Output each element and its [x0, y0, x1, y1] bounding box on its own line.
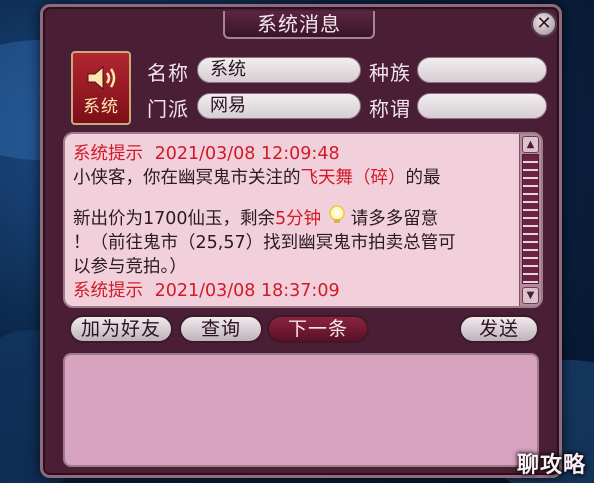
query-button[interactable]: 查询: [179, 315, 263, 343]
avatar: 系统: [71, 51, 131, 125]
message-text: 小侠客，你在幽冥鬼市关注的飞天舞（碎）的最: [73, 166, 518, 190]
add-friend-button[interactable]: 加为好友: [69, 315, 173, 343]
scroll-thumb[interactable]: [522, 154, 539, 284]
race-label: 种族: [369, 61, 411, 85]
message-time: 2021/03/08 12:09:48: [154, 144, 340, 164]
close-button[interactable]: ✕: [531, 11, 557, 37]
speaker-icon: [87, 65, 116, 91]
message-text: 新出价为1700仙玉，剩余5分钟 请多多留意: [73, 204, 518, 231]
message-panel: 系统提示 2021/03/08 12:09:48 小侠客，你在幽冥鬼市关注的飞天…: [63, 132, 543, 308]
watermark: 聊攻略: [516, 453, 586, 478]
title-label: 称谓: [369, 97, 411, 121]
scroll-track[interactable]: [522, 154, 539, 284]
message-sender: 系统提示: [73, 144, 143, 164]
scroll-up-button[interactable]: ▲: [522, 136, 539, 153]
message-text-part: 小侠客，你在幽冥鬼市关注的: [73, 168, 301, 188]
message-text: ！（前往鬼市（25,57）找到幽冥鬼市拍卖总管可: [73, 233, 456, 253]
scroll-down-button[interactable]: ▼: [522, 287, 539, 304]
name-label: 名称: [147, 61, 189, 85]
item-link[interactable]: 飞天舞（碎）: [301, 168, 406, 188]
sect-field: 网易: [197, 93, 361, 119]
message-text-part: 新出价为1700仙玉，剩余: [73, 209, 276, 229]
lightbulb-icon: [329, 205, 345, 223]
race-field: [417, 57, 547, 83]
message-text-part: 请多多留意: [350, 209, 439, 229]
message-header: 系统提示 2021/03/08 12:09:48: [73, 142, 518, 166]
message-scrollbar[interactable]: ▲ ▼: [519, 134, 541, 306]
sect-label: 门派: [147, 97, 189, 121]
message-text: 以参与竞拍。）: [73, 257, 187, 277]
message-text-part: 的最: [405, 168, 441, 188]
name-field: 系统: [197, 57, 361, 83]
message-sender: 系统提示: [73, 281, 143, 301]
window-title: 系统消息: [223, 11, 375, 39]
message-time: 2021/03/08 18:37:09: [154, 281, 340, 301]
message-list: 系统提示 2021/03/08 12:09:48 小侠客，你在幽冥鬼市关注的飞天…: [73, 142, 518, 303]
next-message-button[interactable]: 下一条: [267, 315, 369, 343]
send-button[interactable]: 发送: [459, 315, 539, 343]
message-header: 系统提示 2021/03/08 18:37:09: [73, 279, 518, 303]
message-input[interactable]: [63, 353, 539, 467]
system-message-window: 系统消息 ✕ 系统 名称 系统 种族 门派 网易 称谓 系统提示 2021/03…: [40, 4, 562, 478]
title-field: [417, 93, 547, 119]
remaining-time: 5分钟: [275, 209, 322, 229]
title-bar: 系统消息 ✕: [43, 7, 559, 41]
avatar-label: 系统: [83, 97, 119, 117]
